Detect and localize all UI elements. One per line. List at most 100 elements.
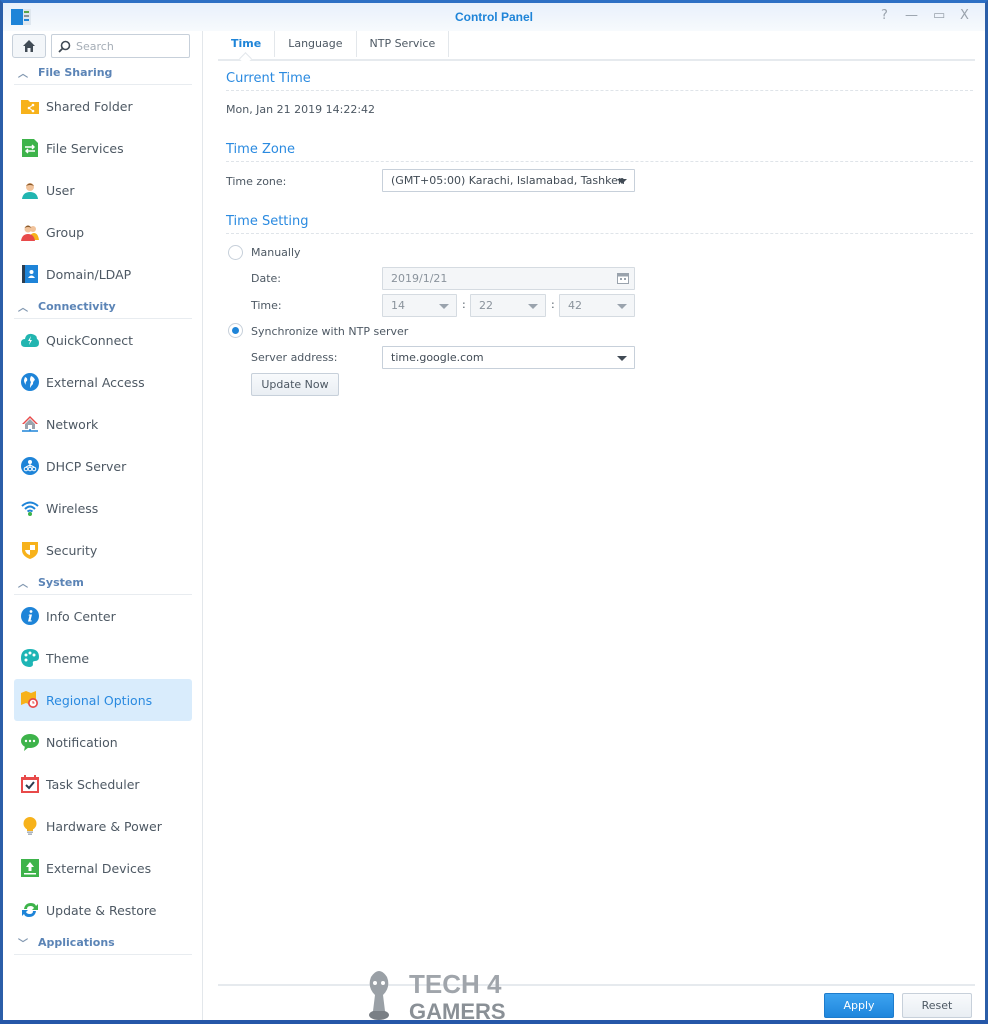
sidebar-item-label: Task Scheduler <box>46 776 140 792</box>
reset-button[interactable]: Reset <box>902 993 972 1018</box>
search-icon <box>58 40 71 53</box>
tab-ntp-service[interactable]: NTP Service <box>357 31 450 57</box>
second-value: 42 <box>568 299 582 312</box>
minute-value: 22 <box>479 299 493 312</box>
sidebar: ︿ File Sharing Shared Folder File Servic… <box>3 31 203 1020</box>
group-file-sharing[interactable]: ︿ File Sharing <box>14 61 192 85</box>
main-content: Time Language NTP Service Current Time M… <box>204 31 985 1023</box>
tab-language[interactable]: Language <box>275 31 357 57</box>
section-current-time: Current Time <box>226 71 973 91</box>
server-address-combo[interactable]: time.google.com <box>382 346 635 369</box>
title-bar[interactable]: Control Panel ? — ▭ X <box>3 3 985 31</box>
sidebar-item-hardware-power[interactable]: Hardware & Power <box>14 805 192 847</box>
sidebar-item-external-devices[interactable]: External Devices <box>14 847 192 889</box>
lightbulb-icon <box>20 816 40 836</box>
sidebar-item-external-access[interactable]: External Access <box>14 361 192 403</box>
sidebar-item-security[interactable]: Security <box>14 529 192 571</box>
chat-bubble-icon <box>20 732 40 752</box>
sidebar-item-shared-folder[interactable]: Shared Folder <box>14 85 192 127</box>
manually-radio[interactable] <box>228 245 243 260</box>
group-label: Applications <box>38 936 115 949</box>
tab-time[interactable]: Time <box>218 31 276 57</box>
search-input[interactable] <box>76 39 176 53</box>
file-services-icon <box>20 138 40 158</box>
control-panel-window: Control Panel ? — ▭ X ︿ File Sharing <box>0 0 988 1023</box>
sidebar-item-label: Info Center <box>46 608 116 624</box>
minimize-icon[interactable]: — <box>905 8 918 23</box>
window-title: Control Panel <box>454 10 533 24</box>
sidebar-item-notification[interactable]: Notification <box>14 721 192 763</box>
sidebar-item-domain-ldap[interactable]: Domain/LDAP <box>14 253 192 295</box>
dropdown-arrow-icon <box>617 179 627 184</box>
section-time-zone: Time Zone <box>226 142 973 162</box>
ntp-sync-radio[interactable] <box>228 323 243 338</box>
date-field[interactable]: 2019/1/21 <box>382 267 635 290</box>
time-label: Time: <box>251 299 282 312</box>
sidebar-item-label: Theme <box>46 650 90 666</box>
second-select[interactable]: 42 <box>559 294 635 317</box>
calendar-icon[interactable] <box>617 273 629 284</box>
search-field[interactable] <box>51 34 190 58</box>
sidebar-item-theme[interactable]: Theme <box>14 637 192 679</box>
time-separator: : <box>551 298 555 311</box>
close-icon[interactable]: X <box>960 8 969 23</box>
shield-icon <box>20 540 40 560</box>
group-applications[interactable]: ﹀ Applications <box>14 931 192 955</box>
dropdown-arrow-icon <box>528 304 538 309</box>
sidebar-item-group[interactable]: Group <box>14 211 192 253</box>
help-icon[interactable]: ? <box>881 8 888 23</box>
hour-select[interactable]: 14 <box>382 294 457 317</box>
refresh-icon <box>20 900 40 920</box>
sidebar-item-label: User <box>46 182 75 198</box>
current-time-value: Mon, Jan 21 2019 14:22:42 <box>226 103 376 116</box>
watermark-line1: TECH 4 <box>409 969 502 999</box>
hour-value: 14 <box>391 299 405 312</box>
sidebar-item-label: File Services <box>46 140 124 156</box>
regional-map-clock-icon <box>20 690 40 710</box>
sidebar-item-label: Security <box>46 542 98 558</box>
tab-bar: Time Language NTP Service <box>218 31 975 61</box>
update-now-button[interactable]: Update Now <box>251 373 339 396</box>
minute-select[interactable]: 22 <box>470 294 546 317</box>
sidebar-item-info-center[interactable]: Info Center <box>14 595 192 637</box>
sidebar-item-label: Wireless <box>46 500 99 516</box>
wifi-icon <box>20 498 40 518</box>
ntp-sync-label: Synchronize with NTP server <box>251 325 409 338</box>
sidebar-item-dhcp-server[interactable]: DHCP Server <box>14 445 192 487</box>
sidebar-item-network[interactable]: Network <box>14 403 192 445</box>
domain-ldap-icon <box>20 264 40 284</box>
maximize-icon[interactable]: ▭ <box>933 8 945 23</box>
dropdown-arrow-icon <box>617 356 627 361</box>
globe-icon <box>20 372 40 392</box>
sidebar-item-label: Shared Folder <box>46 98 133 114</box>
chevron-down-icon: ﹀ <box>18 939 28 950</box>
date-label: Date: <box>251 272 281 285</box>
group-connectivity[interactable]: ︿ Connectivity <box>14 295 192 319</box>
tech4gamers-watermark-logo: TECH 4 GAMERS <box>369 969 506 1023</box>
manually-label: Manually <box>251 246 301 259</box>
watermark-line2: GAMERS <box>409 999 506 1023</box>
group-label: Connectivity <box>38 300 116 313</box>
user-icon <box>20 180 40 200</box>
home-button[interactable] <box>12 34 46 58</box>
apply-button[interactable]: Apply <box>824 993 894 1018</box>
sidebar-item-label: Notification <box>46 734 118 750</box>
group-system[interactable]: ︿ System <box>14 571 192 595</box>
server-address-label: Server address: <box>251 351 338 364</box>
sidebar-item-regional-options[interactable]: Regional Options <box>14 679 192 721</box>
sidebar-item-wireless[interactable]: Wireless <box>14 487 192 529</box>
sidebar-item-label: QuickConnect <box>46 332 134 348</box>
sidebar-item-quickconnect[interactable]: QuickConnect <box>14 319 192 361</box>
sidebar-item-user[interactable]: User <box>14 169 192 211</box>
sidebar-item-label: Hardware & Power <box>46 818 162 834</box>
sidebar-item-task-scheduler[interactable]: Task Scheduler <box>14 763 192 805</box>
quickconnect-icon <box>20 330 40 350</box>
time-zone-select[interactable]: (GMT+05:00) Karachi, Islamabad, Tashken <box>382 169 635 192</box>
dropdown-arrow-icon <box>617 304 627 309</box>
sidebar-item-file-services[interactable]: File Services <box>14 127 192 169</box>
home-icon <box>23 40 35 52</box>
sidebar-item-update-restore[interactable]: Update & Restore <box>14 889 192 931</box>
time-separator: : <box>462 298 466 311</box>
sidebar-item-label: External Devices <box>46 860 152 876</box>
chevron-up-icon: ︿ <box>18 303 28 314</box>
